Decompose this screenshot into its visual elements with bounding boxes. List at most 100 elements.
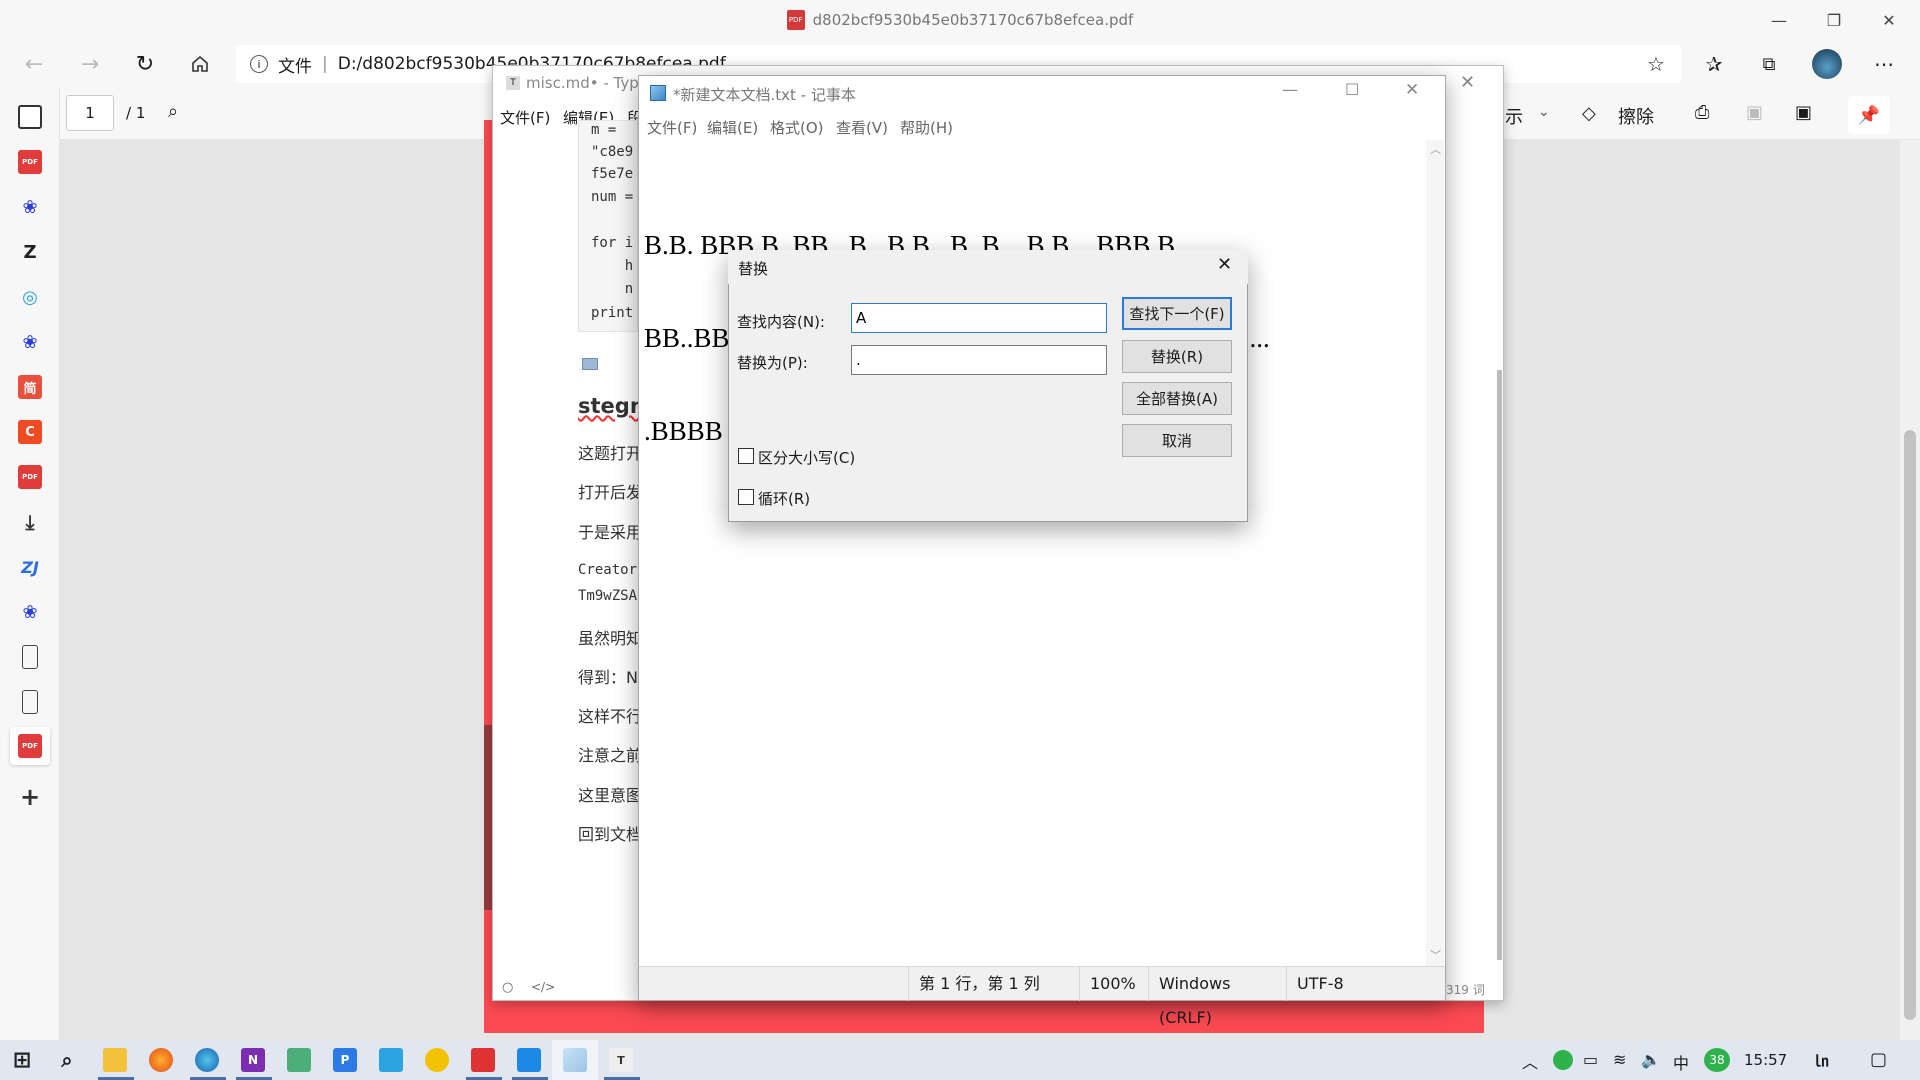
swirl-app-icon[interactable]: ◎ <box>18 285 42 309</box>
match-case-label[interactable]: 区分大小写(C) <box>758 447 855 468</box>
source-code-toggle-icon[interactable]: </> <box>531 980 555 994</box>
code-line: print <box>591 305 634 321</box>
save-icon[interactable]: ▣ <box>1746 102 1763 123</box>
clock[interactable]: 15:57 <box>1744 1051 1787 1069</box>
typora-mono-line: Tm9wZSA <box>578 588 638 604</box>
new-tab-plus-icon[interactable]: + <box>18 783 42 811</box>
show-option-label[interactable]: 示 <box>1505 103 1523 129</box>
refresh-icon[interactable]: ↻ <box>127 46 163 82</box>
onenote-icon[interactable]: N <box>241 1048 265 1072</box>
wrap-label[interactable]: 循环(R) <box>758 488 810 509</box>
writer-app-icon[interactable] <box>517 1048 541 1072</box>
battery-icon[interactable]: ▭ <box>1583 1050 1598 1069</box>
print-icon[interactable]: ⎙ <box>1695 102 1709 123</box>
notepad-menu-file[interactable]: 文件(F) <box>647 117 697 138</box>
jianshu-icon[interactable]: 简 <box>18 375 42 399</box>
replace-button[interactable]: 替换(R) <box>1122 340 1232 373</box>
more-menu-icon[interactable]: ⋯ <box>1866 46 1902 82</box>
forward-arrow-icon[interactable]: → <box>72 46 108 82</box>
ime-indicator[interactable]: 中 <box>1673 1050 1689 1074</box>
home-icon[interactable] <box>182 46 218 82</box>
notepad-menu-view[interactable]: 查看(V) <box>836 117 888 138</box>
calendar-app-icon[interactable] <box>471 1048 495 1072</box>
page-number-input[interactable]: 1 <box>66 95 114 131</box>
dialog-close-button[interactable]: ✕ <box>1217 254 1232 275</box>
favorite-star-icon[interactable]: ☆ <box>1638 46 1674 82</box>
notepad-menu-format[interactable]: 格式(O) <box>770 117 824 138</box>
windows-start-icon[interactable]: ⊞ <box>10 1048 34 1073</box>
eraser-icon[interactable]: ◇ <box>1582 103 1596 124</box>
pdf-tab-icon-active[interactable]: PDF <box>18 734 42 758</box>
typora-close-button[interactable]: ✕ <box>1460 72 1475 93</box>
notepad-maximize-button[interactable]: ☐ <box>1345 80 1359 99</box>
find-next-button[interactable]: 查找下一个(F) <box>1122 297 1232 330</box>
wrap-checkbox[interactable] <box>738 489 754 505</box>
replace-input[interactable] <box>851 345 1107 375</box>
wifi-icon[interactable]: ≋ <box>1613 1050 1626 1069</box>
chevron-down-icon[interactable]: ⌄ <box>1538 104 1550 120</box>
volume-icon[interactable]: 🔈 <box>1641 1050 1661 1069</box>
pin-toolbar-icon[interactable]: 📌 <box>1848 96 1890 134</box>
pdf-scrollbar-thumb[interactable] <box>1904 430 1916 1020</box>
baidu-paw-icon-3[interactable]: ❀ <box>18 600 42 624</box>
search-icon[interactable]: ⌕ <box>168 101 178 122</box>
search-taskbar-icon[interactable]: ⌕ <box>55 1048 79 1072</box>
back-arrow-icon[interactable]: ← <box>16 46 52 82</box>
tray-chevron-icon[interactable]: ︿ <box>1522 1049 1538 1073</box>
firefox-icon[interactable] <box>149 1048 173 1072</box>
find-input[interactable] <box>851 303 1107 333</box>
notepad-close-button[interactable]: ✕ <box>1405 80 1419 100</box>
download-icon[interactable]: ⤓ <box>18 510 42 534</box>
baidu-paw-icon[interactable]: ❀ <box>18 195 42 219</box>
notepad-minimize-button[interactable]: — <box>1282 80 1298 99</box>
cancel-button[interactable]: 取消 <box>1122 424 1232 457</box>
match-case-checkbox[interactable] <box>738 448 754 464</box>
pdf-page-shade <box>484 725 492 910</box>
profile-avatar[interactable] <box>1809 46 1845 82</box>
save-as-icon[interactable]: ▣ <box>1795 102 1812 123</box>
input-method-icon[interactable]: ㏑ <box>1814 1050 1829 1071</box>
csdn-icon[interactable]: C <box>18 420 42 444</box>
address-separator: | <box>322 54 328 74</box>
replace-all-button[interactable]: 全部替换(A) <box>1122 382 1232 415</box>
edge-icon[interactable] <box>195 1048 219 1072</box>
zhihu-z-icon[interactable]: Z <box>18 240 42 264</box>
typora-app-icon: T <box>506 76 520 90</box>
pdf-tab-icon[interactable]: PDF <box>18 150 42 174</box>
document-icon[interactable] <box>22 645 38 669</box>
scroll-down-icon[interactable]: ﹀ <box>1430 947 1441 963</box>
yellow-app-icon[interactable] <box>425 1048 449 1072</box>
zj-app-icon[interactable]: ZJ <box>18 555 42 579</box>
typora-taskbar-icon[interactable]: T <box>609 1048 633 1072</box>
notepad-menu-edit[interactable]: 编辑(E) <box>707 117 758 138</box>
puzzle-app-icon[interactable] <box>287 1048 311 1072</box>
notepad-scrollbar[interactable] <box>1426 140 1444 966</box>
close-button[interactable]: ✕ <box>1866 0 1912 40</box>
notepad-menu-help[interactable]: 帮助(H) <box>900 117 953 138</box>
tab-actions-icon[interactable] <box>18 105 42 129</box>
document-icon-2[interactable] <box>22 690 38 714</box>
restore-button[interactable]: ❐ <box>1811 0 1857 40</box>
typora-paragraph: 注意之前 <box>578 746 643 765</box>
window-app-icon[interactable] <box>379 1048 403 1072</box>
info-icon[interactable]: i <box>250 55 268 73</box>
broken-image-icon <box>582 358 598 370</box>
typora-menu-file[interactable]: 文件(F) <box>500 107 550 128</box>
outline-toggle-icon[interactable]: ○ <box>502 980 513 995</box>
action-center-icon[interactable]: ▢ <box>1870 1049 1887 1070</box>
tray-app-icon[interactable] <box>1553 1050 1573 1070</box>
edge-title-text: d802bcf9530b45e0b37170c67b8efcea.pdf <box>812 11 1134 29</box>
favorites-icon[interactable]: ✰ <box>1696 46 1732 82</box>
typora-paragraph: 这题打开 <box>578 444 643 463</box>
erase-button[interactable]: 擦除 <box>1618 103 1654 129</box>
notification-badge[interactable]: 38 <box>1704 1048 1730 1072</box>
typora-scrollbar[interactable] <box>1497 370 1502 960</box>
baidu-paw-icon-2[interactable]: ❀ <box>18 330 42 354</box>
typora-paragraph: 这样不行 <box>578 707 643 726</box>
p-app-icon[interactable]: P <box>333 1048 357 1072</box>
file-explorer-icon[interactable] <box>103 1048 127 1072</box>
collections-icon[interactable]: ⧉ <box>1751 46 1787 82</box>
pdf-tab-icon-2[interactable]: PDF <box>18 465 42 489</box>
minimize-button[interactable]: — <box>1756 0 1802 40</box>
scroll-up-icon[interactable]: ︿ <box>1430 141 1441 157</box>
